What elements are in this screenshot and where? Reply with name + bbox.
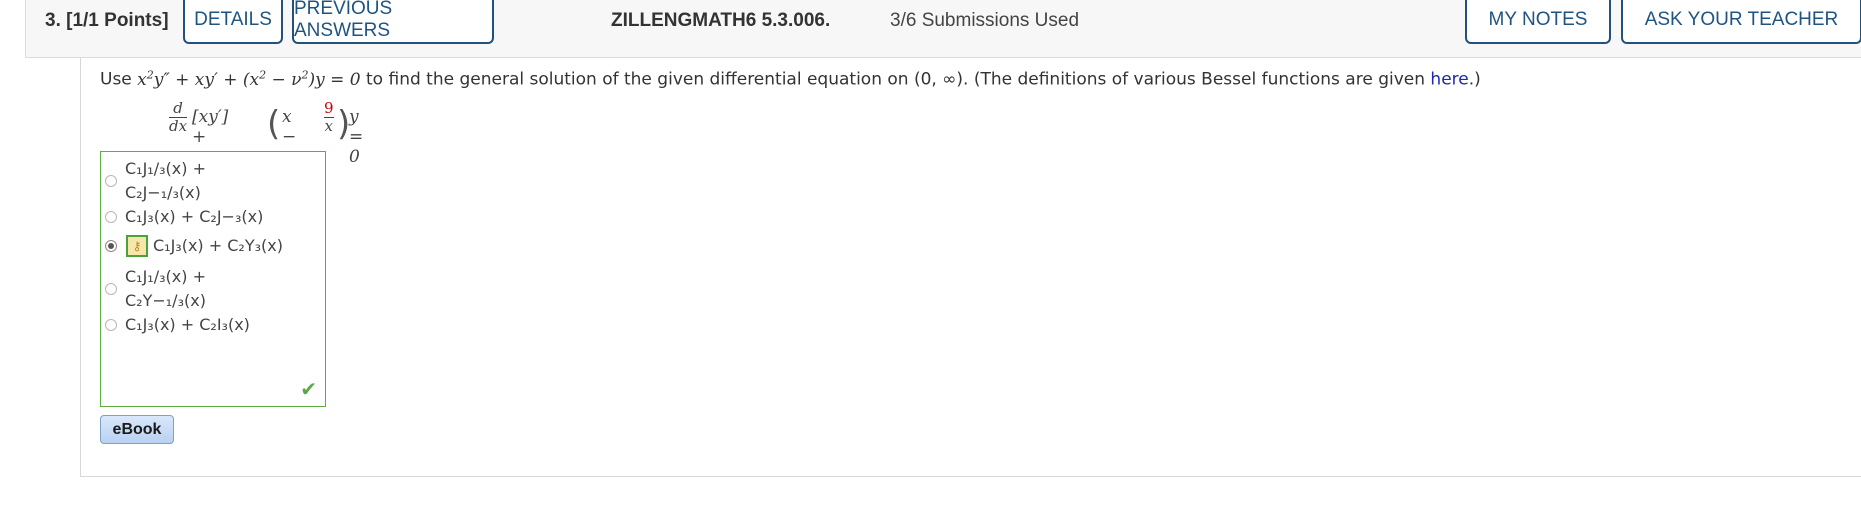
problem-code: ZILLENGMATH6 5.3.006.	[611, 10, 831, 31]
question-prompt: Use x2y″ + xy′ + (x2 − ν2)y = 0 to find …	[100, 68, 1481, 90]
prompt-prefix: Use	[100, 69, 132, 90]
ask-your-teacher-button[interactable]: ASK YOUR TEACHER	[1621, 0, 1861, 44]
answer-option-selected[interactable]: ⚷ C₁J₃(x) + C₂Y₃(x)	[101, 234, 283, 258]
equation-tail: y = 0	[349, 107, 364, 167]
answer-choices: C₁J₁/₃(x) + C₂J−₁/₃(x) C₁J₃(x) + C₂J−₃(x…	[100, 151, 326, 407]
answer-line: C₂Y−₁/₃(x)	[125, 291, 206, 310]
equation-bracket-term: [xy′] +	[192, 107, 229, 147]
fraction-nine: 9	[324, 99, 334, 117]
fraction-numerator: d	[173, 99, 183, 117]
derivative-fraction: d dx	[169, 99, 188, 135]
answer-option[interactable]: C₁J₃(x) + C₂J−₃(x)	[101, 205, 263, 229]
details-button[interactable]: DETAILS	[183, 0, 283, 44]
answer-option[interactable]: C₁J₃(x) + C₂I₃(x)	[101, 313, 250, 337]
my-notes-button[interactable]: MY NOTES	[1465, 0, 1611, 44]
answer-line: C₁J₁/₃(x) +	[125, 159, 206, 178]
answer-option[interactable]: C₁J₁/₃(x) + C₂J−₁/₃(x)	[101, 157, 206, 205]
left-paren: (	[267, 104, 281, 144]
prompt-suffix: to find the general solution of the give…	[366, 69, 1426, 90]
question-header: 3. [1/1 Points] DETAILS PREVIOUS ANSWERS…	[25, 0, 1861, 58]
bessel-equation: x2y″ + xy′ + (x2 − ν2)y = 0	[137, 68, 361, 90]
key-icon: ⚷	[126, 235, 148, 257]
equation-x-term: x −	[282, 107, 297, 147]
ebook-button[interactable]: eBook	[100, 415, 174, 444]
previous-answers-button[interactable]: PREVIOUS ANSWERS	[292, 0, 494, 44]
answer-line: C₁J₁/₃(x) +	[125, 267, 206, 286]
submissions-count: 3/6 Submissions Used	[890, 10, 1080, 31]
checkmark-icon: ✔	[300, 377, 317, 401]
radio-button-selected[interactable]	[105, 240, 117, 252]
fraction-x: x	[324, 117, 333, 135]
radio-button[interactable]	[105, 283, 117, 295]
fraction-denominator: dx	[169, 117, 188, 135]
prompt-end: .)	[1468, 69, 1481, 90]
answer-line: C₂J−₁/₃(x)	[125, 183, 201, 202]
answer-text: C₁J₁/₃(x) + C₂Y−₁/₃(x)	[125, 265, 206, 313]
radio-button[interactable]	[105, 319, 117, 331]
radio-button[interactable]	[105, 211, 117, 223]
radio-button[interactable]	[105, 175, 117, 187]
question-body: Use x2y″ + xy′ + (x2 − ν2)y = 0 to find …	[80, 58, 1861, 477]
answer-text: C₁J₃(x) + C₂Y₃(x)	[153, 236, 283, 255]
nine-over-x-fraction: 9 x	[324, 100, 334, 135]
answer-text: C₁J₃(x) + C₂I₃(x)	[125, 315, 250, 334]
answer-text: C₁J₁/₃(x) + C₂J−₁/₃(x)	[125, 157, 206, 205]
answer-option[interactable]: C₁J₁/₃(x) + C₂Y−₁/₃(x)	[101, 265, 206, 313]
answer-text: C₁J₃(x) + C₂J−₃(x)	[125, 207, 264, 226]
here-link[interactable]: here	[1430, 70, 1468, 90]
question-points: 3. [1/1 Points]	[45, 10, 169, 31]
